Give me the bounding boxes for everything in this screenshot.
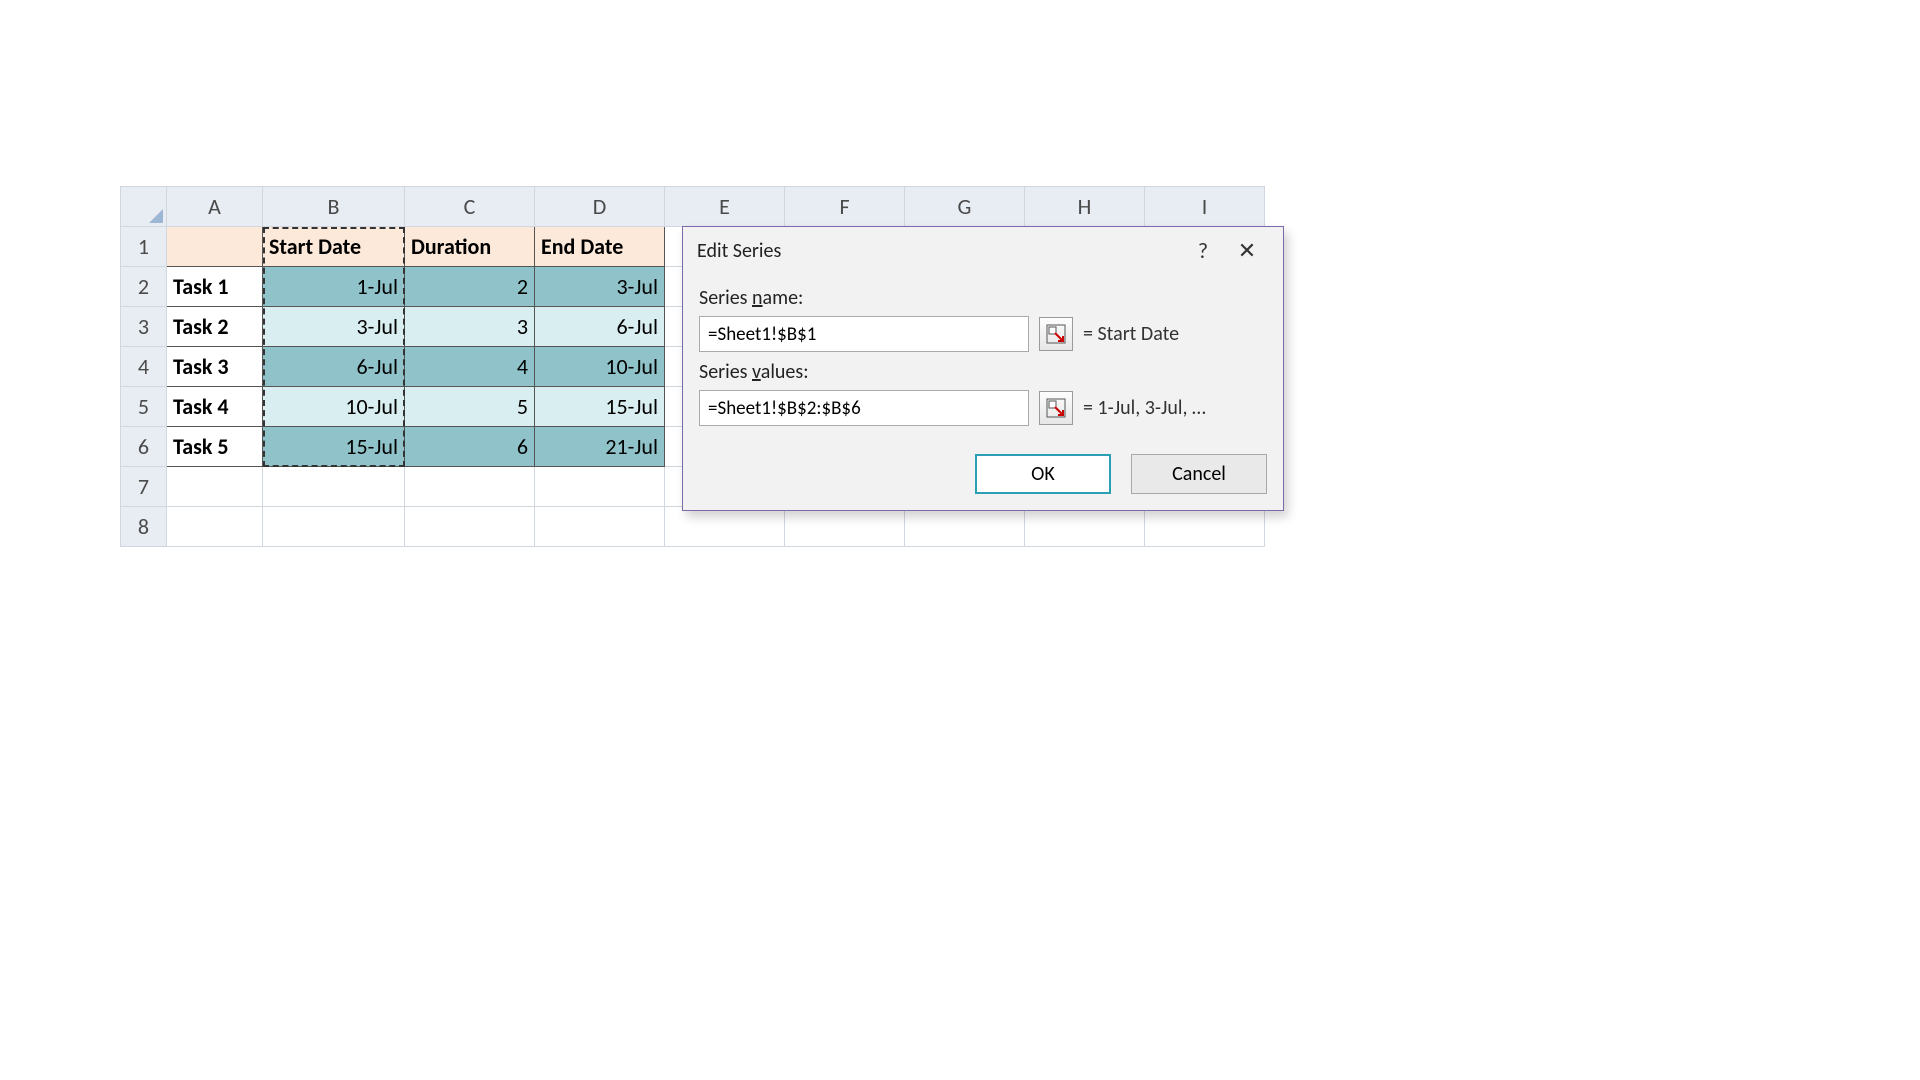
series-name-preview: = Start Date bbox=[1083, 322, 1179, 346]
cell-I8[interactable] bbox=[1145, 507, 1265, 547]
column-header-C[interactable]: C bbox=[405, 187, 535, 227]
column-header-E[interactable]: E bbox=[665, 187, 785, 227]
cell-F8[interactable] bbox=[785, 507, 905, 547]
series-name-input[interactable] bbox=[699, 316, 1029, 352]
cell-H8[interactable] bbox=[1025, 507, 1145, 547]
series-values-input[interactable] bbox=[699, 390, 1029, 426]
cancel-button[interactable]: Cancel bbox=[1131, 454, 1267, 494]
cell-D2[interactable]: 3-Jul bbox=[535, 267, 665, 307]
cell-B2[interactable]: 1-Jul bbox=[263, 267, 405, 307]
cell-A3[interactable]: Task 2 bbox=[167, 307, 263, 347]
column-header-F[interactable]: F bbox=[785, 187, 905, 227]
cell-B4[interactable]: 6-Jul bbox=[263, 347, 405, 387]
cell-E8[interactable] bbox=[665, 507, 785, 547]
cell-B7[interactable] bbox=[263, 467, 405, 507]
cell-D6[interactable]: 21-Jul bbox=[535, 427, 665, 467]
cell-B3[interactable]: 3-Jul bbox=[263, 307, 405, 347]
cell-B5[interactable]: 10-Jul bbox=[263, 387, 405, 427]
cell-D8[interactable] bbox=[535, 507, 665, 547]
column-header-A[interactable]: A bbox=[167, 187, 263, 227]
cell-C5[interactable]: 5 bbox=[405, 387, 535, 427]
cell-D4[interactable]: 10-Jul bbox=[535, 347, 665, 387]
series-name-label: Series name: bbox=[699, 286, 1267, 310]
row-header-2[interactable]: 2 bbox=[121, 267, 167, 307]
help-icon[interactable]: ? bbox=[1181, 237, 1225, 264]
cell-B6[interactable]: 15-Jul bbox=[263, 427, 405, 467]
row-header-6[interactable]: 6 bbox=[121, 427, 167, 467]
cell-A8[interactable] bbox=[167, 507, 263, 547]
cell-A4[interactable]: Task 3 bbox=[167, 347, 263, 387]
row-header-4[interactable]: 4 bbox=[121, 347, 167, 387]
edit-series-dialog: Edit Series ? ✕ Series name: = Start Dat… bbox=[682, 226, 1284, 511]
cell-C6[interactable]: 6 bbox=[405, 427, 535, 467]
cell-C3[interactable]: 3 bbox=[405, 307, 535, 347]
dialog-title: Edit Series bbox=[697, 239, 1181, 263]
cell-A1[interactable] bbox=[167, 227, 263, 267]
column-header-I[interactable]: I bbox=[1145, 187, 1265, 227]
column-header-B[interactable]: B bbox=[263, 187, 405, 227]
row-header-8[interactable]: 8 bbox=[121, 507, 167, 547]
row-header-7[interactable]: 7 bbox=[121, 467, 167, 507]
cell-C8[interactable] bbox=[405, 507, 535, 547]
ok-button[interactable]: OK bbox=[975, 454, 1111, 494]
cell-A6[interactable]: Task 5 bbox=[167, 427, 263, 467]
cell-A2[interactable]: Task 1 bbox=[167, 267, 263, 307]
series-values-preview: = 1-Jul, 3-Jul, … bbox=[1083, 396, 1206, 420]
cell-B8[interactable] bbox=[263, 507, 405, 547]
cell-D5[interactable]: 15-Jul bbox=[535, 387, 665, 427]
cell-A5[interactable]: Task 4 bbox=[167, 387, 263, 427]
cell-D7[interactable] bbox=[535, 467, 665, 507]
cell-A7[interactable] bbox=[167, 467, 263, 507]
row-header-5[interactable]: 5 bbox=[121, 387, 167, 427]
cell-B1[interactable]: Start Date bbox=[263, 227, 405, 267]
row-header-3[interactable]: 3 bbox=[121, 307, 167, 347]
column-header-G[interactable]: G bbox=[905, 187, 1025, 227]
close-icon[interactable]: ✕ bbox=[1225, 237, 1269, 264]
cell-D1[interactable]: End Date bbox=[535, 227, 665, 267]
row-header-1[interactable]: 1 bbox=[121, 227, 167, 267]
series-values-label: Series values: bbox=[699, 360, 1267, 384]
range-picker-icon[interactable] bbox=[1039, 391, 1073, 425]
cell-C7[interactable] bbox=[405, 467, 535, 507]
cell-C2[interactable]: 2 bbox=[405, 267, 535, 307]
column-header-H[interactable]: H bbox=[1025, 187, 1145, 227]
column-header-D[interactable]: D bbox=[535, 187, 665, 227]
cell-C1[interactable]: Duration bbox=[405, 227, 535, 267]
cell-G8[interactable] bbox=[905, 507, 1025, 547]
range-picker-icon[interactable] bbox=[1039, 317, 1073, 351]
select-all-corner[interactable] bbox=[121, 187, 167, 227]
cell-D3[interactable]: 6-Jul bbox=[535, 307, 665, 347]
cell-C4[interactable]: 4 bbox=[405, 347, 535, 387]
